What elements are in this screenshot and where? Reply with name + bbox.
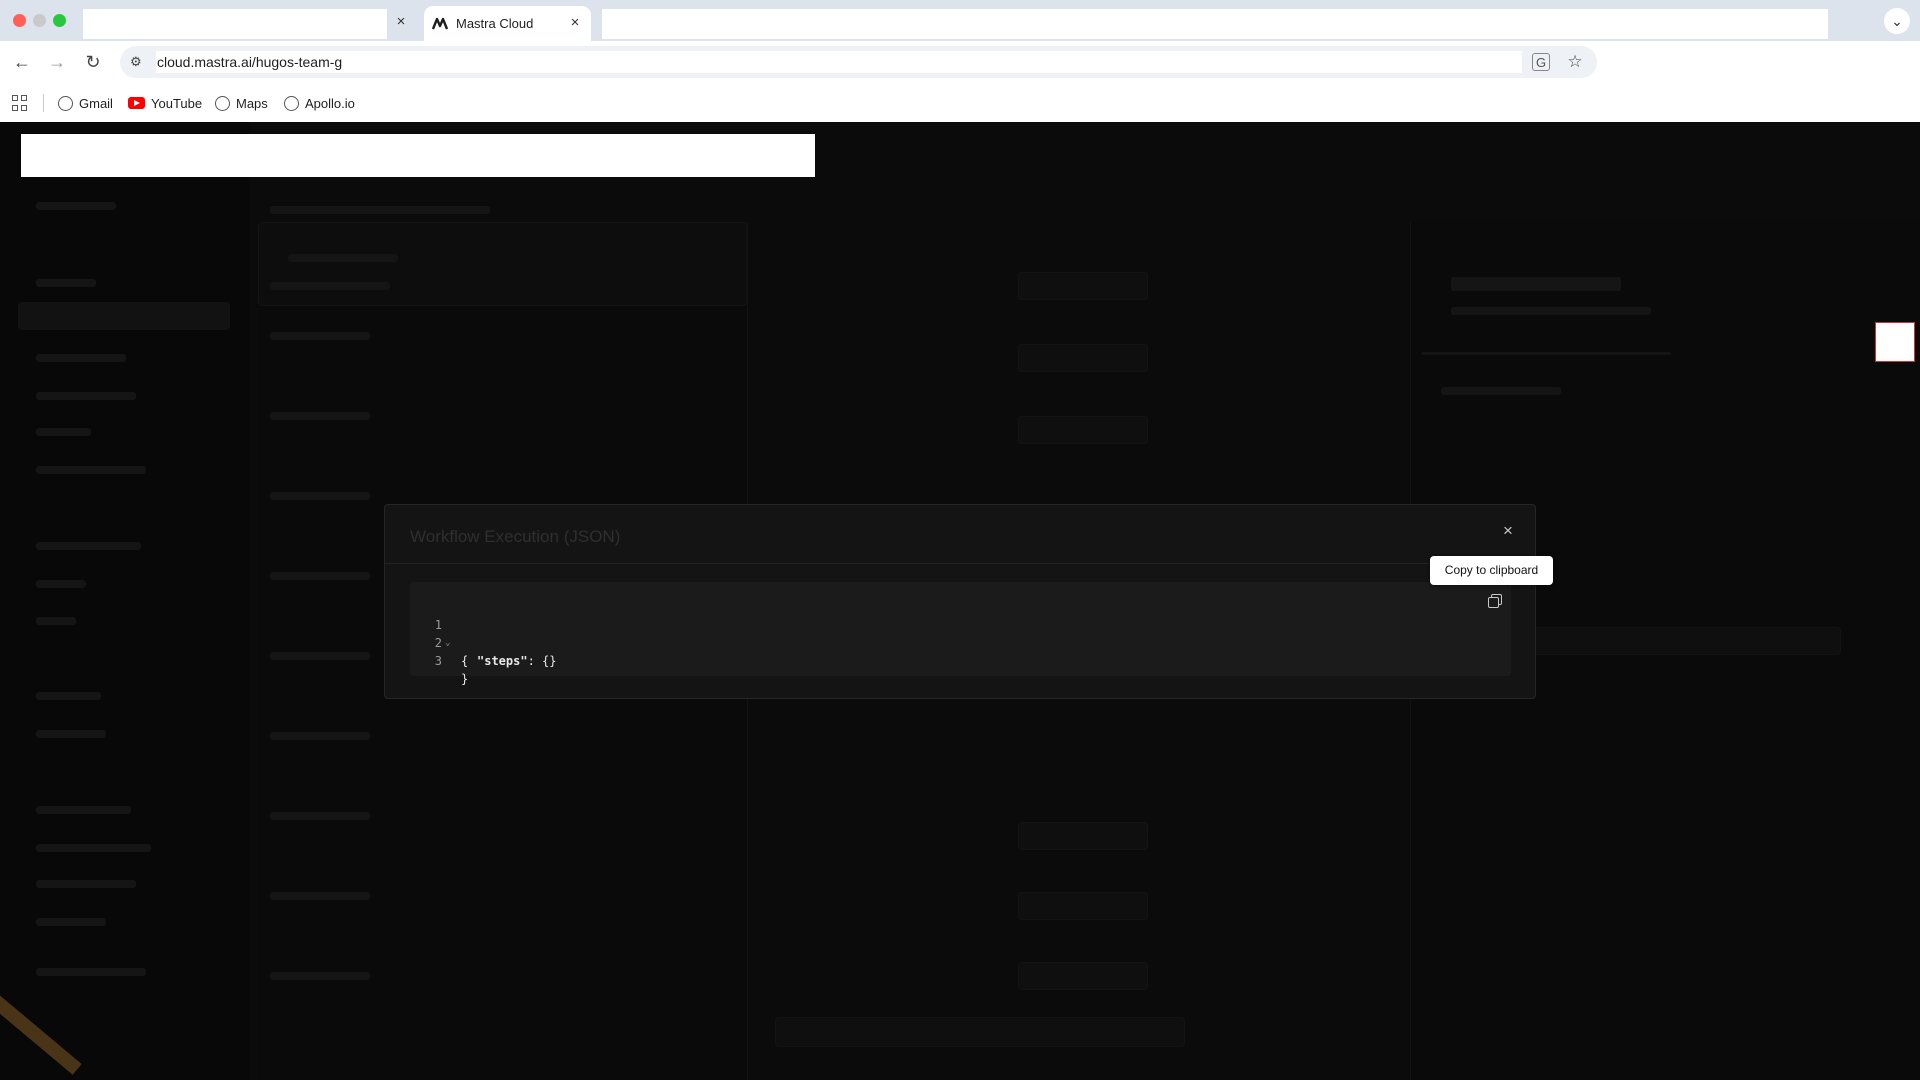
code-text: { [461, 654, 469, 668]
mastra-logo-icon [432, 17, 448, 30]
bookmarks-bar: Gmail YouTube Maps Apollo.io [0, 83, 1920, 122]
line-number: 3 [434, 654, 442, 668]
tab-close-icon[interactable]: × [565, 13, 585, 33]
apps-grid-icon[interactable] [12, 95, 28, 111]
tab-title: Mastra Cloud [456, 16, 534, 31]
bookmark-apollo[interactable]: Apollo.io [284, 93, 355, 113]
tab-mastra-cloud[interactable]: Mastra Cloud × [424, 6, 591, 41]
tab-search-chevron-icon[interactable]: ⌄ [1884, 8, 1910, 34]
copy-tooltip: Copy to clipboard [1430, 556, 1553, 585]
code-line: 1 ⌄ { [410, 598, 468, 668]
bookmark-maps[interactable]: Maps [215, 93, 268, 113]
code-text: "steps": {} [477, 652, 556, 670]
code-line: 2 "steps": {} [410, 616, 557, 668]
modal-title: Workflow Execution (JSON) [410, 527, 621, 546]
globe-icon [215, 95, 230, 111]
copy-icon[interactable] [1486, 592, 1504, 610]
bookmark-label: Apollo.io [305, 95, 355, 111]
sidebar [0, 122, 250, 1080]
bookmark-gmail[interactable]: Gmail [58, 93, 113, 113]
globe-icon [58, 95, 73, 111]
url-input[interactable]: cloud.mastra.ai/hugos-team-g [156, 51, 1522, 73]
address-bar[interactable]: ⚙ cloud.mastra.ai/hugos-team-g G ☆ [120, 46, 1597, 78]
globe-icon [284, 95, 299, 111]
back-arrow-icon[interactable]: ← [9, 49, 35, 75]
json-key: "steps" [477, 654, 528, 668]
forward-arrow-icon[interactable]: → [44, 49, 70, 75]
bookmark-star-icon[interactable]: ☆ [1564, 51, 1586, 73]
bookmark-label: YouTube [151, 95, 203, 111]
minimize-window-button[interactable] [33, 14, 46, 27]
tab-close-icon[interactable]: × [391, 12, 411, 32]
tab-blank-1[interactable] [83, 9, 387, 39]
youtube-icon [128, 97, 145, 109]
bookmark-youtube[interactable]: YouTube [128, 93, 202, 113]
browser-toolbar: ← → ↻ ⚙ cloud.mastra.ai/hugos-team-g G ☆ [0, 41, 1920, 83]
redacted-block [21, 134, 815, 177]
translate-icon[interactable]: G [1532, 53, 1550, 71]
bookmarks-divider [43, 94, 44, 112]
tab-blank-2[interactable] [602, 9, 1828, 39]
close-icon[interactable]: × [1498, 521, 1518, 541]
code-line: 3 } [410, 634, 468, 686]
bookmark-label: Gmail [79, 95, 113, 111]
close-window-button[interactable] [13, 14, 26, 27]
redacted-square [1875, 322, 1915, 362]
modal-divider [385, 563, 1535, 564]
code-text: } [461, 672, 469, 686]
json-code-editor[interactable]: 1 ⌄ { 2 "steps": {} 3 } [410, 582, 1511, 686]
json-value: : {} [527, 654, 557, 668]
site-info-icon[interactable]: ⚙ [130, 54, 146, 70]
tab-strip: × Mastra Cloud × ⌄ [0, 0, 1920, 41]
reload-icon[interactable]: ↻ [80, 49, 106, 75]
bookmark-label: Maps [236, 95, 268, 111]
workflow-execution-json-modal: Workflow Execution (JSON) × 1 ⌄ { 2 "ste… [384, 504, 1536, 699]
maximize-window-button[interactable] [53, 14, 66, 27]
